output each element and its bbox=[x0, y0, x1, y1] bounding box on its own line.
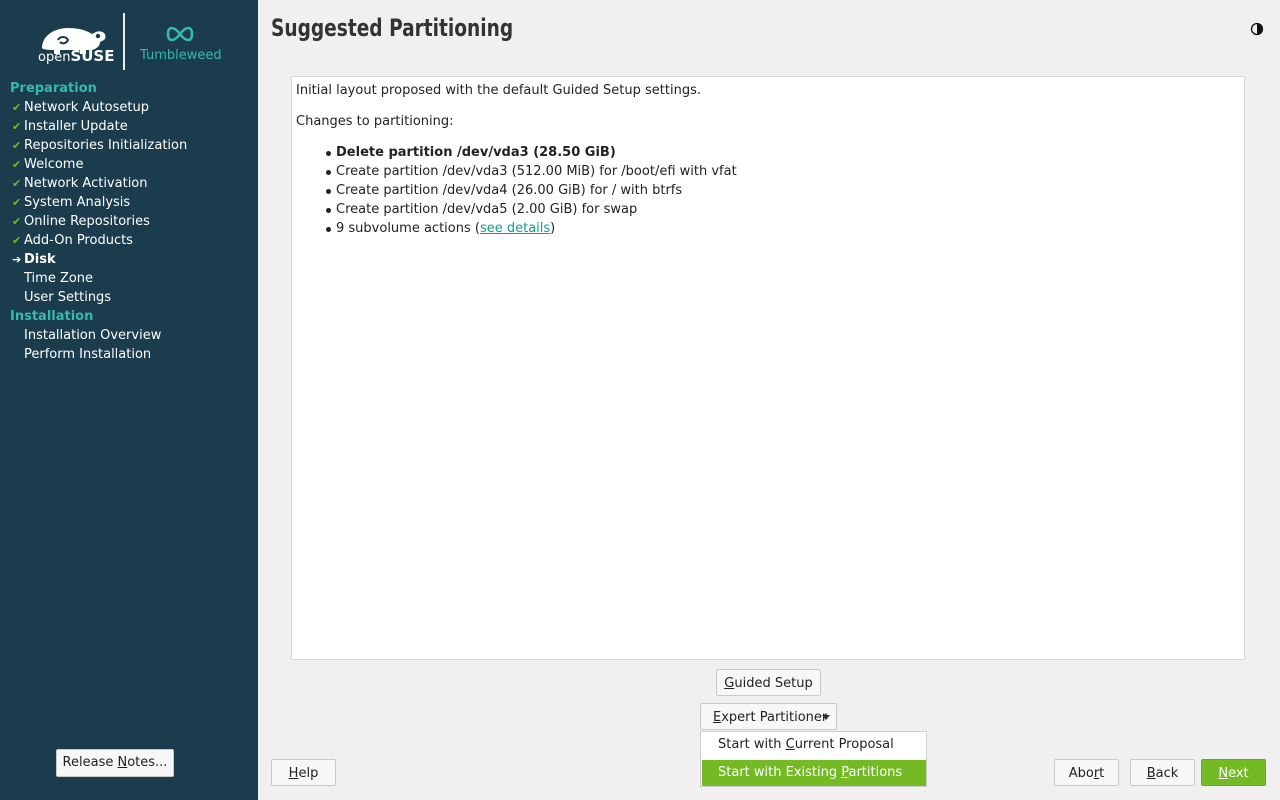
checkmark-icon: ✔ bbox=[12, 120, 22, 133]
sidebar-item-installation-overview: Installation Overview bbox=[24, 328, 162, 343]
expert-partitioner-dropdown[interactable]: Expert Partitioner bbox=[700, 703, 837, 730]
sidebar-item-perform-installation: Perform Installation bbox=[24, 347, 152, 362]
release-notes-button[interactable]: Release Notes... bbox=[56, 749, 174, 777]
change-item: Delete partition /dev/vda3 (28.50 GiB) bbox=[336, 145, 616, 160]
back-button[interactable]: Back bbox=[1130, 759, 1195, 786]
checkmark-icon: ✔ bbox=[12, 158, 22, 171]
half-moon-icon[interactable] bbox=[1250, 22, 1264, 36]
sidebar-item-welcome: Welcome bbox=[24, 157, 84, 172]
checkmark-icon: ✔ bbox=[12, 215, 22, 228]
sidebar: openSUSE Tumbleweed Preparation ✔ Networ… bbox=[0, 0, 258, 800]
sidebar-item-user-settings: User Settings bbox=[24, 290, 112, 305]
sidebar-item-time-zone: Time Zone bbox=[24, 271, 94, 286]
tumbleweed-wordmark: Tumbleweed bbox=[140, 48, 222, 63]
help-button[interactable]: Help bbox=[271, 759, 336, 786]
sidebar-item-repositories-initialization: Repositories Initialization bbox=[24, 138, 188, 153]
page-title: Suggested Partitioning bbox=[271, 14, 514, 42]
sidebar-item-online-repositories: Online Repositories bbox=[24, 214, 150, 229]
checkmark-icon: ✔ bbox=[12, 139, 22, 152]
sidebar-item-add-on-products: Add-On Products bbox=[24, 233, 133, 248]
change-item: Create partition /dev/vda4 (26.00 GiB) f… bbox=[336, 183, 683, 198]
caret-down-icon bbox=[822, 715, 830, 720]
nav-group-installation: Installation bbox=[10, 309, 94, 324]
partitioning-summary: Initial layout proposed with the default… bbox=[291, 76, 1245, 660]
checkmark-icon: ✔ bbox=[12, 177, 22, 190]
bullet bbox=[326, 170, 331, 175]
checkmark-icon: ✔ bbox=[12, 196, 22, 209]
logo-divider bbox=[123, 13, 125, 70]
sidebar-item-network-activation: Network Activation bbox=[24, 176, 148, 191]
opensuse-wordmark: openSUSE bbox=[38, 47, 115, 65]
menu-item-existing-partitions[interactable]: Start with Existing Partitions bbox=[702, 760, 926, 786]
changes-heading: Changes to partitioning: bbox=[296, 114, 454, 129]
next-button[interactable]: Next bbox=[1201, 759, 1266, 786]
arrow-right-icon: ➔ bbox=[12, 253, 22, 266]
sidebar-item-system-analysis: System Analysis bbox=[24, 195, 131, 210]
bullet bbox=[326, 189, 331, 194]
intro-text: Initial layout proposed with the default… bbox=[296, 83, 701, 98]
sidebar-item-installer-update: Installer Update bbox=[24, 119, 128, 134]
checkmark-icon: ✔ bbox=[12, 101, 22, 114]
sidebar-item-network-autosetup: Network Autosetup bbox=[24, 100, 149, 115]
bullet bbox=[326, 151, 331, 156]
change-item: Create partition /dev/vda5 (2.00 GiB) fo… bbox=[336, 202, 638, 217]
menu-item-current-proposal[interactable]: Start with Current Proposal bbox=[702, 732, 926, 758]
change-item-subvolumes: 9 subvolume actions (see details) bbox=[336, 221, 556, 236]
guided-setup-button[interactable]: Guided Setup bbox=[716, 669, 821, 696]
change-item: Create partition /dev/vda3 (512.00 MiB) … bbox=[336, 164, 737, 179]
bullet bbox=[326, 208, 331, 213]
expert-partitioner-menu: Start with Current Proposal Start with E… bbox=[700, 731, 927, 787]
abort-button[interactable]: Abort bbox=[1054, 759, 1119, 786]
sidebar-item-disk: Disk bbox=[24, 252, 56, 267]
bullet bbox=[326, 227, 331, 232]
checkmark-icon: ✔ bbox=[12, 234, 22, 247]
see-details-link[interactable]: see details bbox=[480, 221, 550, 236]
nav-group-preparation: Preparation bbox=[10, 81, 97, 96]
